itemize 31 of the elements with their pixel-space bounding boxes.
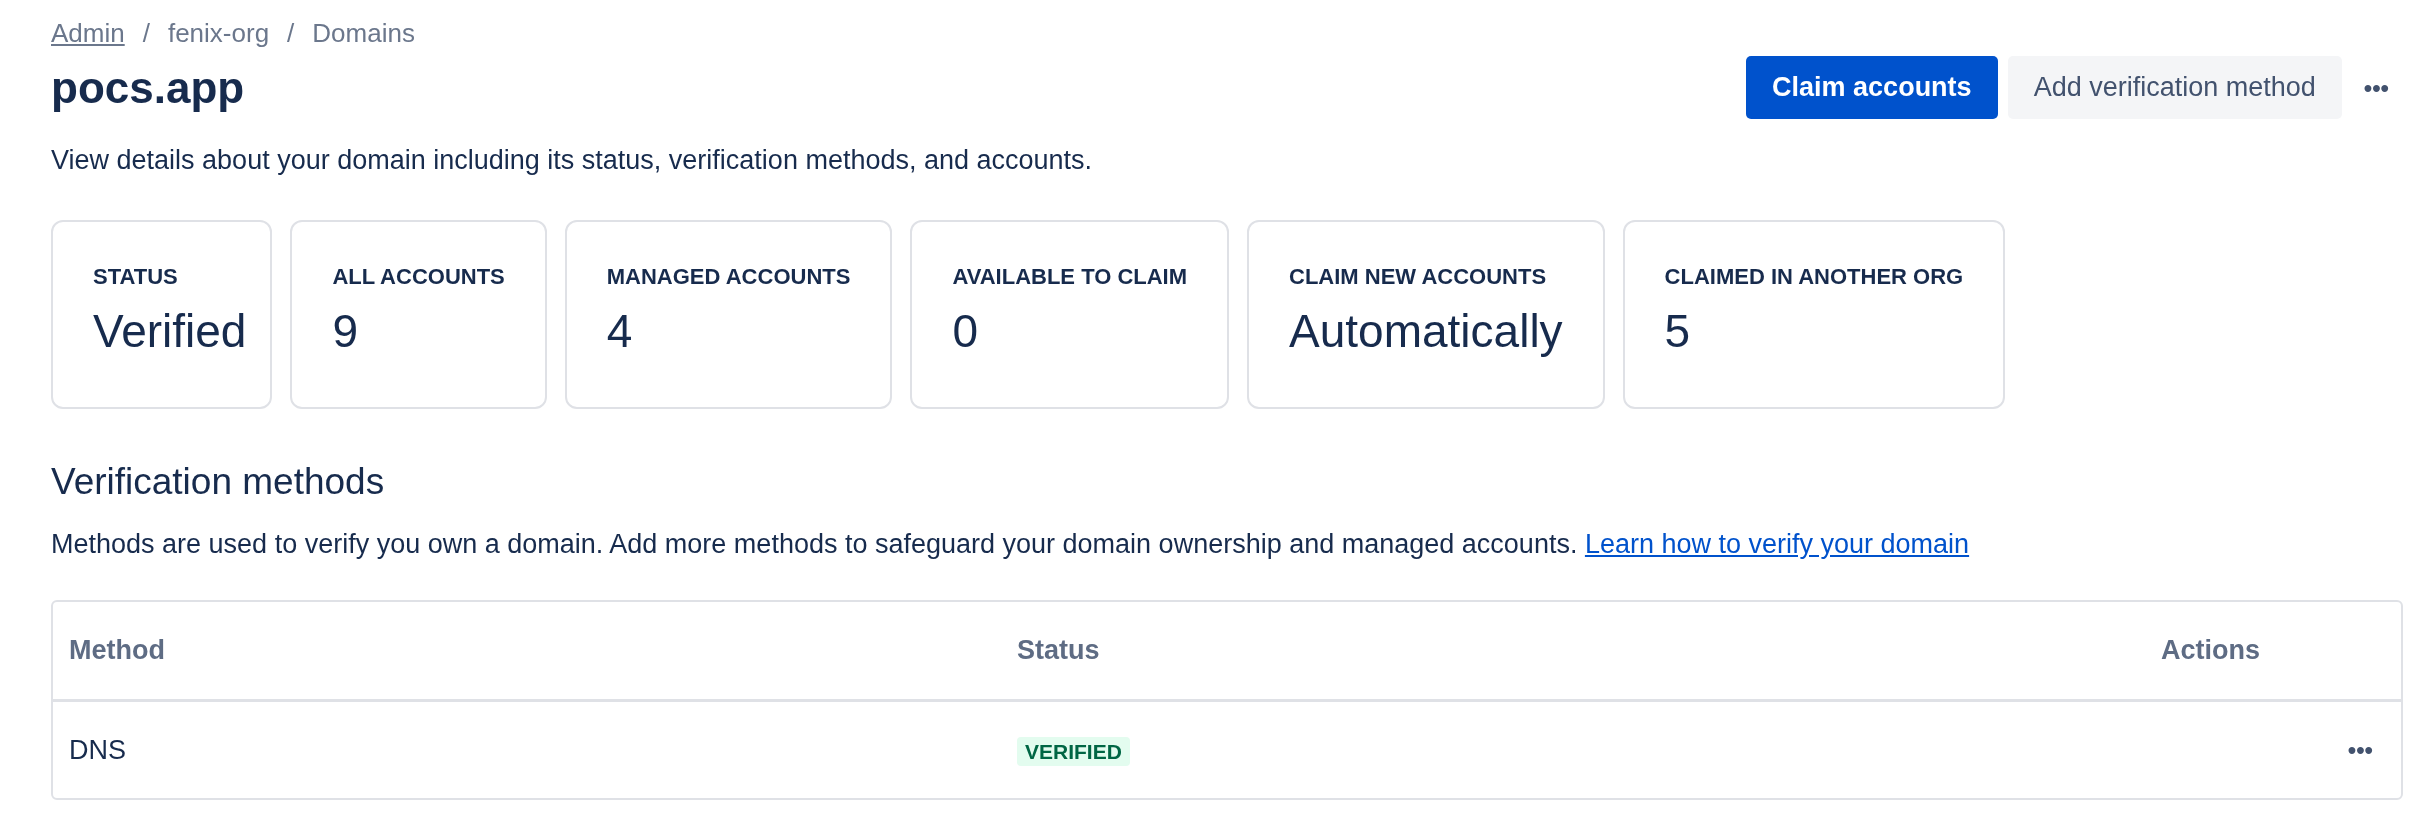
stat-label: AVAILABLE TO CLAIM <box>952 264 1188 290</box>
add-method-button[interactable]: Add verification method <box>2007 56 2342 119</box>
page-description: View details about your domain including its status, verification methods, and accounts. <box>51 145 1094 176</box>
breadcrumb-link[interactable]: Admin <box>51 17 125 49</box>
breadcrumb-item: Domains <box>312 17 415 49</box>
breadcrumb-item: fenix-org <box>167 17 270 49</box>
stat-value: 9 <box>332 304 360 358</box>
stat-value: 4 <box>606 304 634 358</box>
stat-label: ALL ACCOUNTS <box>332 264 505 290</box>
more-options-button[interactable]: ••• <box>2351 56 2401 119</box>
claim-accounts-button[interactable]: Claim accounts <box>1746 56 1998 119</box>
stat-label: CLAIMED IN ANOTHER ORG <box>1664 264 1964 290</box>
stat-value: 0 <box>952 304 979 358</box>
stat-label: STATUS <box>93 264 179 290</box>
section-heading: Verification methods <box>51 461 386 503</box>
learn-link[interactable]: Learn how to verify your domain <box>1584 529 1970 559</box>
column-header: Method <box>68 635 166 666</box>
table-cell-text: DNS <box>68 734 127 766</box>
row-actions-button[interactable]: ••• <box>2339 732 2381 768</box>
column-header: Status <box>1017 635 1101 666</box>
stat-label: CLAIM NEW ACCOUNTS <box>1289 264 1548 290</box>
column-header: Actions <box>2161 635 2261 666</box>
status-badge: VERIFIED <box>1017 736 1130 766</box>
stat-label: MANAGED ACCOUNTS <box>606 264 851 290</box>
stat-value: Verified <box>93 304 247 358</box>
breadcrumb-separator: / <box>287 17 295 49</box>
stat-value: 5 <box>1664 304 1692 358</box>
page-title: pocs.app <box>51 62 245 113</box>
stat-value: Automatically <box>1289 304 1563 358</box>
breadcrumb-separator: / <box>142 17 150 49</box>
section-description: Methods are used to verify you own a domain. Add more methods to safeguard your domain ownership and managed accounts. Learn how to verify your domain <box>51 529 1971 560</box>
